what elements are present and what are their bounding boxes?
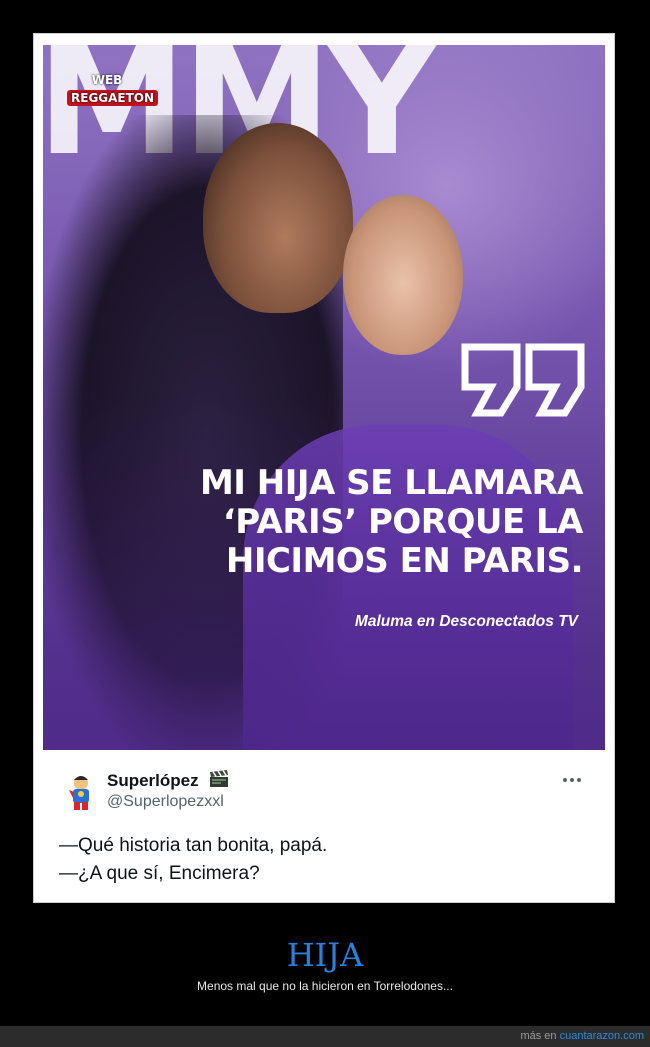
superlopez-avatar-icon[interactable]: [61, 772, 101, 812]
author-name-text: Superlópez: [107, 771, 199, 790]
tweet-text: —Qué historia tan bonita, papá. —¿A que …: [59, 832, 589, 888]
tweet-line: —¿A que sí, Encimera?: [59, 863, 260, 884]
logo-line-reggaeton: REGGAETON: [67, 90, 159, 106]
footer-prefix: más en: [520, 1030, 557, 1042]
footer-text: más en cuantarazon.com: [520, 1030, 644, 1042]
man-head: [203, 123, 353, 313]
meme-frame: MMY WEB REGGAETON MI HIJA SE LLAMARA ‘PA…: [33, 33, 615, 903]
quote-line: MI HIJA SE LLAMARA: [199, 463, 584, 503]
logo-line-web: WEB: [91, 73, 123, 87]
post-description: Menos mal que no la hicieron en Torrelod…: [197, 979, 453, 993]
footer-bar: más en cuantarazon.com: [0, 1026, 650, 1047]
tweet-author-handle[interactable]: @Superlopezxxl: [107, 793, 224, 811]
tweet-card: Superlópez @Superlopezxxl —Qué historia …: [43, 750, 605, 900]
post-title[interactable]: HIJA: [0, 935, 650, 975]
quote-credit: Maluma en Desconectados TV: [354, 613, 578, 630]
quote-text: MI HIJA SE LLAMARA ‘PARIS’ PORQUE LA HIC…: [83, 463, 584, 581]
clapperboard-icon: [209, 770, 229, 793]
footer-site-link[interactable]: cuantarazon.com: [560, 1030, 644, 1042]
web-reggaeton-logo: WEB REGGAETON: [67, 73, 159, 117]
quote-marks-icon: [461, 343, 585, 417]
more-options-icon[interactable]: [561, 776, 583, 784]
tweet-author-name[interactable]: Superlópez: [107, 770, 229, 793]
tweet-line: —Qué historia tan bonita, papá.: [59, 835, 328, 856]
meme-photo: MMY WEB REGGAETON MI HIJA SE LLAMARA ‘PA…: [43, 45, 605, 750]
quote-line: HICIMOS EN PARIS.: [225, 541, 584, 581]
quote-line: ‘PARIS’ PORQUE LA: [222, 502, 584, 542]
woman-head: [343, 195, 463, 355]
